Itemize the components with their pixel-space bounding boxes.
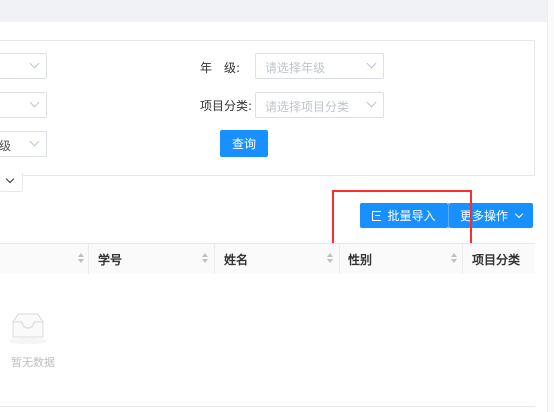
chevron-down-icon xyxy=(366,58,377,69)
column-name[interactable]: 姓名 xyxy=(224,244,248,274)
chevron-down-icon xyxy=(366,97,377,108)
table-body xyxy=(0,274,535,407)
grade-placeholder: 请选择年级 xyxy=(265,61,326,75)
query-button[interactable]: 查询 xyxy=(220,130,268,157)
sort-icon xyxy=(78,253,84,265)
top-strip xyxy=(0,0,554,8)
filter-select-1[interactable] xyxy=(0,53,47,79)
category-select[interactable]: 请选择项目分类 xyxy=(255,92,384,118)
chevron-down-icon xyxy=(29,97,40,108)
collapse-toggle[interactable] xyxy=(0,173,23,192)
chevron-down-icon xyxy=(29,58,40,69)
chevron-down-icon xyxy=(5,174,15,184)
table-header: 学号 姓名 性别 项目分类 xyxy=(0,243,535,275)
category-label: 项目分类: xyxy=(200,99,253,113)
grade-label: 年 级: xyxy=(200,61,241,75)
empty-text: 暂无数据 xyxy=(11,356,55,369)
column-divider xyxy=(214,244,215,274)
scrollbar[interactable] xyxy=(547,0,554,412)
category-placeholder: 请选择项目分类 xyxy=(265,100,350,114)
chevron-down-icon xyxy=(29,136,40,147)
column-divider xyxy=(462,244,463,274)
column-student-id[interactable]: 学号 xyxy=(98,244,122,274)
column-divider xyxy=(339,244,340,274)
sort-icon xyxy=(327,253,333,265)
filter-select-3-value: 级 xyxy=(0,139,12,153)
empty-box-icon xyxy=(9,313,47,345)
sort-icon xyxy=(202,253,208,265)
chevron-down-icon xyxy=(514,209,524,219)
filter-select-2[interactable] xyxy=(0,92,47,118)
grade-select[interactable]: 请选择年级 xyxy=(255,53,384,79)
column-category[interactable]: 项目分类 xyxy=(472,244,520,274)
sort-icon xyxy=(451,253,457,265)
column-divider xyxy=(88,244,89,274)
filter-select-3[interactable]: 级 xyxy=(0,131,47,157)
column-gender[interactable]: 性别 xyxy=(348,244,372,274)
